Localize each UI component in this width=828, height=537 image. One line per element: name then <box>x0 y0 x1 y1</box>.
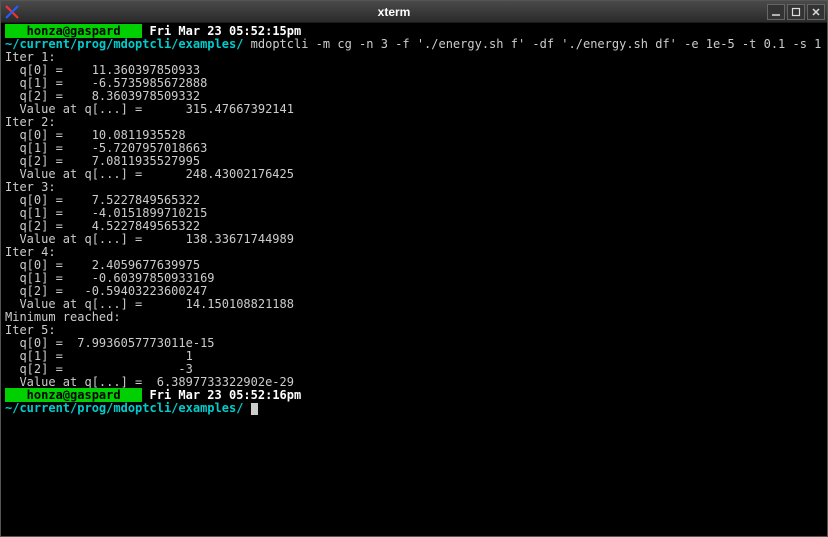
output-block: Iter 1: q[0] = 11.360397850933 q[1] = -6… <box>5 51 823 389</box>
window-title: xterm <box>21 5 767 19</box>
cursor <box>251 403 258 415</box>
close-button[interactable] <box>807 4 825 20</box>
titlebar[interactable]: xterm <box>1 1 827 23</box>
terminal-content[interactable]: honza@gaspard Fri Mar 23 05:52:15pm ~/cu… <box>1 23 827 536</box>
xterm-window: xterm honza@gaspard Fri Mar 23 05:52:15p… <box>0 0 828 537</box>
prompt-time: Fri Mar 23 05:52:15pm <box>142 24 301 38</box>
prompt-path: ~/current/prog/mdoptcli/examples/ <box>5 37 243 51</box>
prompt-user: honza@gaspard <box>5 388 142 402</box>
app-icon <box>3 3 21 21</box>
prompt-user: honza@gaspard <box>5 24 142 38</box>
maximize-button[interactable] <box>787 4 805 20</box>
prompt-path: ~/current/prog/mdoptcli/examples/ <box>5 401 243 415</box>
command-text: mdoptcli -m cg -n 3 -f './energy.sh f' -… <box>243 37 827 51</box>
prompt-time: Fri Mar 23 05:52:16pm <box>142 388 301 402</box>
window-buttons <box>767 4 825 20</box>
minimize-button[interactable] <box>767 4 785 20</box>
